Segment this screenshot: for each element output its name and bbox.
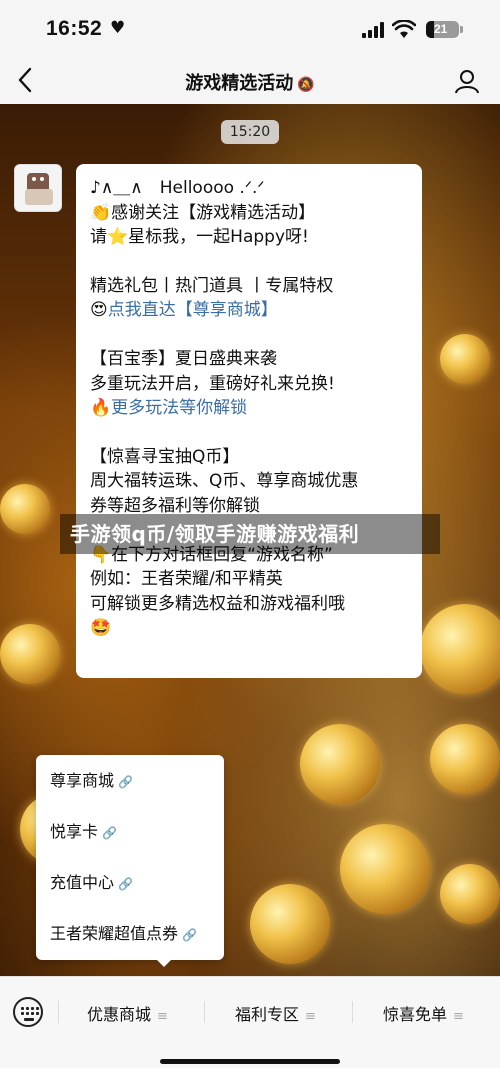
tab-welfare-zone[interactable]: 福利专区 ≡	[235, 1001, 316, 1025]
message-line: 周大福转运珠、Q币、尊享商城优惠	[90, 471, 359, 492]
menu-pointer	[156, 959, 172, 967]
battery-level: 21	[434, 22, 448, 36]
menu-item-label: 悦享卡	[50, 822, 99, 841]
heart-icon: ♥	[110, 18, 126, 38]
link-icon: 🔗	[182, 928, 197, 942]
keyboard-icon[interactable]	[13, 997, 43, 1027]
battery-icon: 21	[426, 21, 459, 38]
menu-item-enjoy-card[interactable]: 悦享卡 🔗	[36, 806, 224, 857]
more-gameplay-link[interactable]: 更多玩法等你解锁	[111, 398, 247, 418]
message-line: 例如：王者荣耀/和平精英	[90, 569, 283, 590]
emoji: 😍	[90, 300, 108, 321]
mall-link[interactable]: 点我直达【尊享商城】	[108, 300, 278, 320]
message-bubble: ♪∧＿∧ Helloooo .ᐟ.ᐟ 👏感谢关注【游戏精选活动】 请⭐星标我，一…	[76, 164, 422, 678]
gold-coin	[430, 724, 500, 794]
message-line: 精选礼包丨热门道具 丨专属特权	[90, 275, 334, 296]
tab-discount-mall[interactable]: 优惠商城 ≡	[87, 1001, 168, 1025]
tab-label: 优惠商城	[87, 1005, 152, 1024]
gold-coin	[250, 884, 330, 964]
tab-surprise-free[interactable]: 惊喜免单 ≡	[383, 1001, 464, 1025]
menu-item-label: 充值中心	[50, 873, 115, 892]
message-line: 👏感谢关注【游戏精选活动】	[90, 202, 316, 223]
message-line: ♪∧＿∧ Helloooo .ᐟ.ᐟ	[90, 178, 265, 198]
battery-cap	[460, 26, 463, 33]
menu-item-recharge-center[interactable]: 充值中心 🔗	[36, 857, 224, 908]
link-icon: 🔗	[118, 877, 133, 891]
divider	[204, 1001, 205, 1023]
signal-icon	[362, 22, 386, 38]
message-line: 【惊喜寻宝抽Q币】	[90, 446, 240, 467]
page-title: 游戏精选活动 🔕	[0, 69, 500, 95]
avatar[interactable]	[14, 164, 62, 212]
mute-icon: 🔕	[297, 77, 315, 93]
overlay-caption: 手游领q币/领取手游赚游戏福利	[60, 514, 440, 554]
menu-lines-icon: ≡	[157, 1009, 168, 1024]
gold-coin	[300, 724, 380, 804]
divider	[58, 1001, 59, 1023]
menu-lines-icon: ≡	[453, 1009, 464, 1024]
person-icon[interactable]	[454, 68, 480, 94]
tab-label: 福利专区	[235, 1005, 300, 1024]
link-icon: 🔗	[118, 775, 133, 789]
message-line: 🔥更多玩法等你解锁	[90, 396, 410, 421]
message-line: 🤩	[90, 618, 112, 639]
link-icon: 🔗	[102, 826, 117, 840]
gold-coin	[440, 334, 490, 384]
menu-lines-icon: ≡	[305, 1009, 316, 1024]
status-bar: 16:52 ♥ 21	[0, 0, 500, 56]
emoji: 🔥	[90, 398, 112, 419]
gold-coin	[0, 484, 50, 534]
gold-coin	[420, 604, 500, 694]
tab-label: 惊喜免单	[383, 1005, 448, 1024]
message-line: 😍点我直达【尊享商城】	[90, 298, 410, 323]
divider	[352, 1001, 353, 1023]
status-time: 16:52	[46, 17, 103, 40]
home-indicator	[160, 1059, 340, 1064]
page-title-text: 游戏精选活动	[185, 73, 294, 94]
gold-coin	[440, 864, 500, 924]
chat-timestamp: 15:20	[221, 120, 279, 144]
menu-item-premium-mall[interactable]: 尊享商城 🔗	[36, 755, 224, 806]
message-line: 【百宝季】夏日盛典来袭	[90, 348, 277, 369]
message-line: 可解锁更多精选权益和游戏福利哦	[90, 593, 345, 614]
menu-item-label: 王者荣耀超值点券	[50, 924, 179, 943]
popup-menu: 尊享商城 🔗 悦享卡 🔗 充值中心 🔗 王者荣耀超值点券 🔗	[36, 755, 224, 967]
menu-item-label: 尊享商城	[50, 771, 115, 790]
message-line: 请⭐星标我，一起Happy呀!	[90, 227, 309, 248]
gold-coin	[340, 824, 430, 914]
wifi-icon	[392, 20, 416, 38]
menu-item-honor-of-kings-coupons[interactable]: 王者荣耀超值点券 🔗	[36, 908, 224, 959]
message-line: 多重玩法开启，重磅好礼来兑换!	[90, 373, 335, 394]
gold-coin	[0, 624, 60, 684]
navigation-bar: 游戏精选活动 🔕	[0, 56, 500, 104]
bottom-menu-bar: 优惠商城 ≡ 福利专区 ≡ 惊喜免单 ≡	[0, 976, 500, 1068]
